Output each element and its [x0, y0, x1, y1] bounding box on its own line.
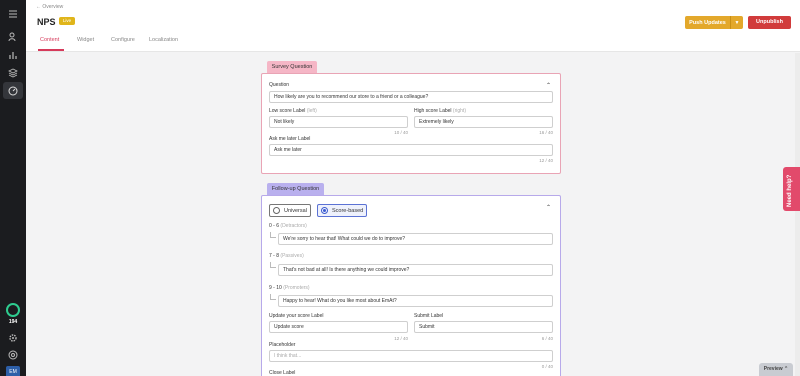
chevron-up-icon[interactable]: ⌃	[546, 204, 551, 211]
follow-up-question-card: Universal Score-based ⌃ 0 - 6 (Detractor…	[261, 195, 561, 376]
progress-ring	[6, 303, 20, 317]
update-score-label: Update your score Label	[269, 313, 324, 319]
tree-elbow	[270, 232, 276, 238]
settings-icon[interactable]	[6, 331, 20, 345]
detractors-label: 0 - 6 (Detractors)	[269, 223, 307, 229]
chevron-up-icon[interactable]: ⌃	[546, 82, 551, 89]
avatar[interactable]: EM	[6, 366, 20, 376]
question-label: Question	[269, 82, 290, 88]
chevron-down-icon[interactable]: ▼	[731, 20, 743, 26]
placeholder-input[interactable]: I think that...	[269, 350, 553, 362]
promoters-input[interactable]: Happy to hear! What do you like most abo…	[278, 295, 553, 307]
placeholder-counter: 0 / 40	[541, 364, 553, 369]
unpublish-button[interactable]: Unpublish	[748, 16, 791, 29]
submit-input[interactable]: Submit	[414, 321, 553, 333]
close-label: Close Label	[269, 370, 296, 376]
update-score-input[interactable]: Update score	[269, 321, 408, 333]
update-score-counter: 12 / 40	[394, 336, 408, 341]
need-help-tab[interactable]: Need help?	[783, 167, 800, 211]
detractors-input[interactable]: We're sorry to hear that! What could we …	[278, 233, 553, 245]
universal-radio[interactable]: Universal	[269, 204, 311, 217]
tree-elbow	[270, 262, 276, 268]
submit-label: Submit Label	[414, 313, 444, 319]
scrollbar[interactable]	[795, 53, 800, 376]
ask-later-label: Ask me later Label	[269, 136, 311, 142]
high-score-counter: 16 / 40	[539, 130, 553, 135]
active-tab-indicator	[38, 49, 64, 51]
users-icon[interactable]	[6, 30, 20, 44]
low-score-label: Low score Label (left)	[269, 108, 317, 114]
page-header: ← Overview NPS Live Content Widget Confi…	[26, 0, 800, 52]
progress-count: 194	[8, 319, 18, 325]
left-rail: 194 EM	[0, 0, 26, 376]
push-updates-button[interactable]: Push Updates ▼	[685, 16, 743, 29]
passives-label: 7 - 8 (Passives)	[269, 253, 304, 259]
layers-icon[interactable]	[6, 66, 20, 80]
breadcrumb-back[interactable]: ← Overview	[36, 4, 63, 10]
high-score-input[interactable]: Extremely likely	[414, 116, 553, 128]
tab-widget[interactable]: Widget	[77, 37, 94, 43]
follow-up-question-tag: Follow-up Question	[267, 183, 324, 195]
low-score-counter: 10 / 40	[394, 130, 408, 135]
page-title: NPS	[37, 17, 56, 27]
tab-localization[interactable]: Localization	[149, 37, 178, 43]
preview-button[interactable]: Preview ⌃	[759, 363, 793, 376]
submit-counter: 6 / 40	[541, 336, 553, 341]
question-input[interactable]: How likely are you to recommend our stor…	[269, 91, 553, 103]
ask-later-counter: 12 / 40	[539, 158, 553, 163]
gauge-icon[interactable]	[6, 84, 20, 98]
status-badge: Live	[59, 17, 75, 25]
promoters-label: 9 - 10 (Promoters)	[269, 285, 310, 291]
ask-later-input[interactable]: Ask me later	[269, 144, 553, 156]
high-score-label: High score Label (right)	[414, 108, 466, 114]
score-based-radio[interactable]: Score-based	[317, 204, 367, 217]
tab-content[interactable]: Content	[40, 37, 59, 43]
tab-configure[interactable]: Configure	[111, 37, 135, 43]
menu-icon[interactable]	[6, 7, 20, 21]
survey-question-tag: Survey Question	[267, 61, 317, 73]
survey-question-card: Question ⌃ How likely are you to recomme…	[261, 73, 561, 174]
tree-elbow	[270, 294, 276, 300]
bar-chart-icon[interactable]	[6, 48, 20, 62]
help-circle-icon[interactable]	[6, 348, 20, 362]
placeholder-label: Placeholder	[269, 342, 296, 348]
passives-input[interactable]: That's not bad at all! Is there anything…	[278, 264, 553, 276]
low-score-input[interactable]: Not likely	[269, 116, 408, 128]
